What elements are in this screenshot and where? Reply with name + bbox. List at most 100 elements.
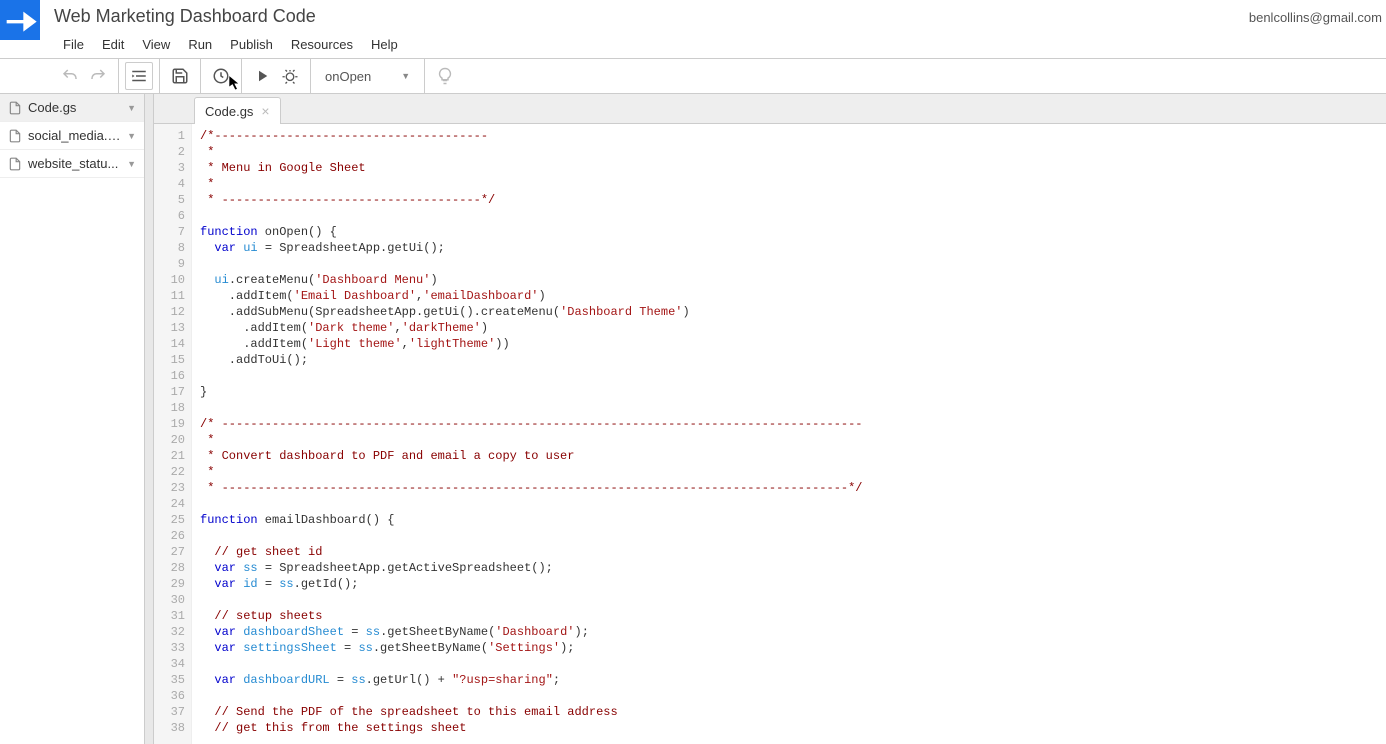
code-line[interactable]: var id = ss.getId(); [200,576,1386,592]
line-number: 38 [154,720,185,736]
line-number: 14 [154,336,185,352]
code-line[interactable]: * ------------------------------------*/ [200,192,1386,208]
code-line[interactable]: // Send the PDF of the spreadsheet to th… [200,704,1386,720]
code-line[interactable]: var dashboardURL = ss.getUrl() + "?usp=s… [200,672,1386,688]
code-line[interactable]: .addSubMenu(SpreadsheetApp.getUi().creat… [200,304,1386,320]
menu-help[interactable]: Help [362,33,407,56]
line-number: 35 [154,672,185,688]
menu-run[interactable]: Run [179,33,221,56]
line-number: 22 [154,464,185,480]
menu-view[interactable]: View [133,33,179,56]
line-number: 4 [154,176,185,192]
debug-button[interactable] [276,62,304,90]
code-line[interactable]: * [200,464,1386,480]
file-item[interactable]: Code.gs▼ [0,94,144,122]
close-icon[interactable]: × [261,103,269,119]
code-line[interactable] [200,656,1386,672]
line-number: 19 [154,416,185,432]
code-line[interactable] [200,496,1386,512]
code-line[interactable] [200,592,1386,608]
code-line[interactable]: var ss = SpreadsheetApp.getActiveSpreads… [200,560,1386,576]
code-line[interactable]: ui.createMenu('Dashboard Menu') [200,272,1386,288]
code-line[interactable]: * [200,144,1386,160]
run-button[interactable] [248,62,276,90]
main-area: Code.gs▼social_media.gs▼website_statu...… [0,94,1386,744]
function-selector[interactable]: onOpen ▼ [317,65,418,88]
file-sidebar: Code.gs▼social_media.gs▼website_statu...… [0,94,145,744]
line-number: 29 [154,576,185,592]
file-item[interactable]: social_media.gs ▼ [0,122,144,150]
file-item[interactable]: website_statu...▼ [0,150,144,178]
triggers-button[interactable] [207,62,235,90]
function-selector-label: onOpen [325,69,371,84]
code-line[interactable]: var dashboardSheet = ss.getSheetByName('… [200,624,1386,640]
line-number: 13 [154,320,185,336]
code-line[interactable]: * [200,432,1386,448]
line-number: 32 [154,624,185,640]
pane-divider[interactable] [145,94,154,744]
line-number: 24 [154,496,185,512]
code-line[interactable]: .addItem('Light theme','lightTheme')) [200,336,1386,352]
code-line[interactable] [200,688,1386,704]
indent-button[interactable] [125,62,153,90]
code-line[interactable]: .addToUi(); [200,352,1386,368]
undo-button[interactable] [56,62,84,90]
redo-button[interactable] [84,62,112,90]
code-line[interactable]: var settingsSheet = ss.getSheetByName('S… [200,640,1386,656]
line-number: 17 [154,384,185,400]
menu-file[interactable]: File [54,33,93,56]
line-number: 26 [154,528,185,544]
editor-tab[interactable]: Code.gs × [194,97,281,124]
line-number: 12 [154,304,185,320]
line-number: 1 [154,128,185,144]
code-line[interactable] [200,528,1386,544]
code-line[interactable] [200,208,1386,224]
code-line[interactable]: // get sheet id [200,544,1386,560]
code-line[interactable] [200,256,1386,272]
line-number: 33 [154,640,185,656]
code-line[interactable]: * [200,176,1386,192]
header: Web Marketing Dashboard Code FileEditVie… [0,0,1386,58]
chevron-down-icon[interactable]: ▼ [127,131,136,141]
code-line[interactable]: function onOpen() { [200,224,1386,240]
save-button[interactable] [166,62,194,90]
code-line[interactable] [200,400,1386,416]
line-number: 30 [154,592,185,608]
code-line[interactable]: // get this from the settings sheet [200,720,1386,736]
code-editor[interactable]: 1234567891011121314151617181920212223242… [154,124,1386,744]
file-icon [8,157,22,171]
document-title[interactable]: Web Marketing Dashboard Code [54,6,1249,27]
line-number: 31 [154,608,185,624]
code-content[interactable]: /*--------------------------------------… [192,124,1386,744]
line-number: 20 [154,432,185,448]
code-line[interactable]: /*-------------------------------------- [200,128,1386,144]
lightbulb-button[interactable] [431,62,459,90]
user-email[interactable]: benlcollins@gmail.com [1249,0,1386,25]
code-line[interactable]: var ui = SpreadsheetApp.getUi(); [200,240,1386,256]
toolbar: onOpen ▼ [0,58,1386,94]
line-number: 15 [154,352,185,368]
menu-edit[interactable]: Edit [93,33,133,56]
code-line[interactable]: * Convert dashboard to PDF and email a c… [200,448,1386,464]
code-line[interactable]: .addItem('Dark theme','darkTheme') [200,320,1386,336]
file-name: social_media.gs [28,128,121,143]
line-number: 23 [154,480,185,496]
code-line[interactable]: // setup sheets [200,608,1386,624]
code-line[interactable]: } [200,384,1386,400]
line-number: 9 [154,256,185,272]
code-line[interactable]: .addItem('Email Dashboard','emailDashboa… [200,288,1386,304]
line-number: 11 [154,288,185,304]
menu-bar: FileEditViewRunPublishResourcesHelp [54,33,1249,56]
code-line[interactable]: function emailDashboard() { [200,512,1386,528]
code-line[interactable]: * --------------------------------------… [200,480,1386,496]
file-icon [8,129,22,143]
code-line[interactable] [200,368,1386,384]
chevron-down-icon[interactable]: ▼ [127,103,136,113]
app-logo-icon[interactable] [0,0,40,40]
chevron-down-icon[interactable]: ▼ [127,159,136,169]
line-number: 28 [154,560,185,576]
code-line[interactable]: /* -------------------------------------… [200,416,1386,432]
menu-publish[interactable]: Publish [221,33,282,56]
code-line[interactable]: * Menu in Google Sheet [200,160,1386,176]
menu-resources[interactable]: Resources [282,33,362,56]
